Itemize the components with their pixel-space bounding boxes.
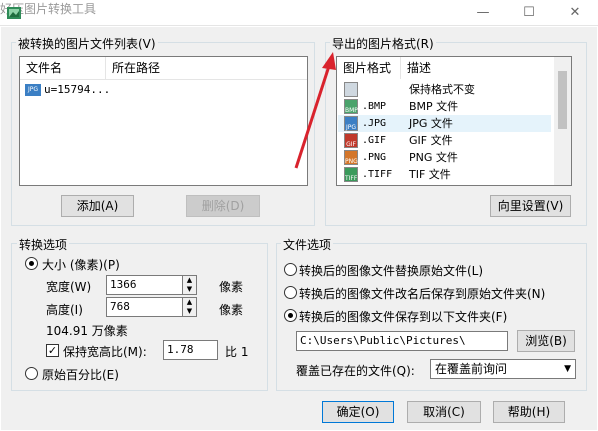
save-to-folder-radio[interactable] [284, 309, 297, 322]
height-input[interactable]: 768 [106, 297, 183, 317]
overwrite-label: 覆盖已存在的文件(Q): [296, 364, 415, 378]
spin-down-icon[interactable]: ▼ [183, 307, 196, 316]
browse-button[interactable]: 浏览(B) [517, 330, 575, 352]
save-to-folder-label[interactable]: 转换后的图像文件保存到以下文件夹(F) [299, 308, 507, 325]
ok-button[interactable]: 确定(O) [322, 401, 394, 423]
keep-ratio-checkbox[interactable]: ✓ [46, 344, 59, 357]
spin-down-icon[interactable]: ▼ [183, 285, 196, 294]
spin-up-icon[interactable]: ▲ [183, 276, 196, 285]
keep-ratio-label[interactable]: 保持宽高比(M): [63, 343, 147, 360]
replace-original-label[interactable]: 转换后的图像文件替换原始文件(L) [299, 262, 483, 279]
overwrite-select[interactable]: 在覆盖前询问 ▼ [430, 359, 576, 379]
ratio-input[interactable]: 1.78 [163, 340, 218, 360]
original-percent-radio[interactable] [25, 367, 38, 380]
replace-original-radio[interactable] [284, 263, 297, 276]
height-label: 高度(I) [46, 303, 83, 317]
cancel-button[interactable]: 取消(C) [407, 401, 481, 423]
height-unit: 像素 [219, 303, 244, 317]
size-pixels-radio[interactable] [25, 257, 38, 270]
annotation-arrow-shaft [294, 65, 331, 169]
rename-save-label[interactable]: 转换后的图像文件改名后保存到原始文件夹(N) [299, 285, 545, 302]
original-percent-label[interactable]: 原始百分比(E) [42, 366, 119, 383]
width-spinner[interactable]: ▲ ▼ [182, 275, 197, 295]
help-button[interactable]: 帮助(H) [493, 401, 565, 423]
folder-path-input[interactable]: C:\Users\Public\Pictures\ [296, 331, 508, 351]
size-pixels-label[interactable]: 大小 (像素)(P) [42, 256, 120, 273]
ratio-suffix: 比 1 [225, 345, 249, 359]
height-spinner[interactable]: ▲ ▼ [182, 297, 197, 317]
file-options-group-title: 文件选项 [281, 236, 334, 253]
spin-up-icon[interactable]: ▲ [183, 298, 196, 307]
width-label: 宽度(W) [46, 280, 92, 294]
width-unit: 像素 [219, 280, 244, 294]
megapixels-readout: 104.91 万像素 [46, 324, 128, 338]
annotation-arrow-head [322, 52, 336, 70]
rename-save-radio[interactable] [284, 286, 297, 299]
width-input[interactable]: 1366 [106, 275, 183, 295]
overwrite-select-value: 在覆盖前询问 [435, 362, 508, 376]
chevron-down-icon[interactable]: ▼ [564, 360, 571, 378]
convert-options-group-title: 转换选项 [17, 236, 70, 253]
